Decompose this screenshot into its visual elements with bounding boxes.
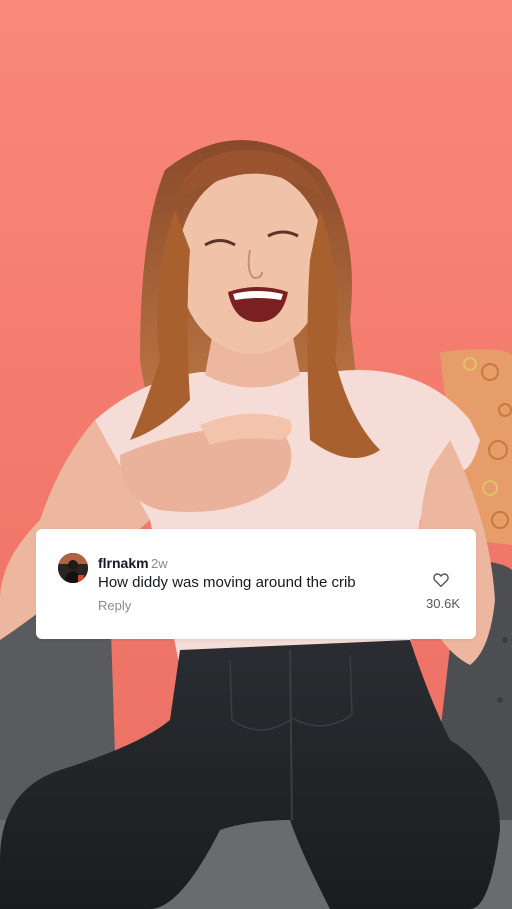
video-background [0,0,512,909]
avatar-image [58,553,88,583]
comment-timestamp: 2w [151,556,168,571]
comment-text: How diddy was moving around the crib [98,574,356,591]
comment-card[interactable]: flrnakm 2w How diddy was moving around t… [36,529,476,639]
face [178,170,326,354]
user-avatar[interactable] [58,553,88,583]
video-frame[interactable] [0,0,512,909]
heart-outline-icon[interactable] [432,571,450,589]
heart-icon-shape [433,573,449,588]
comment-username[interactable]: flrnakm [98,555,149,571]
reply-button[interactable]: Reply [98,598,131,614]
like-count: 30.6K [426,596,460,611]
